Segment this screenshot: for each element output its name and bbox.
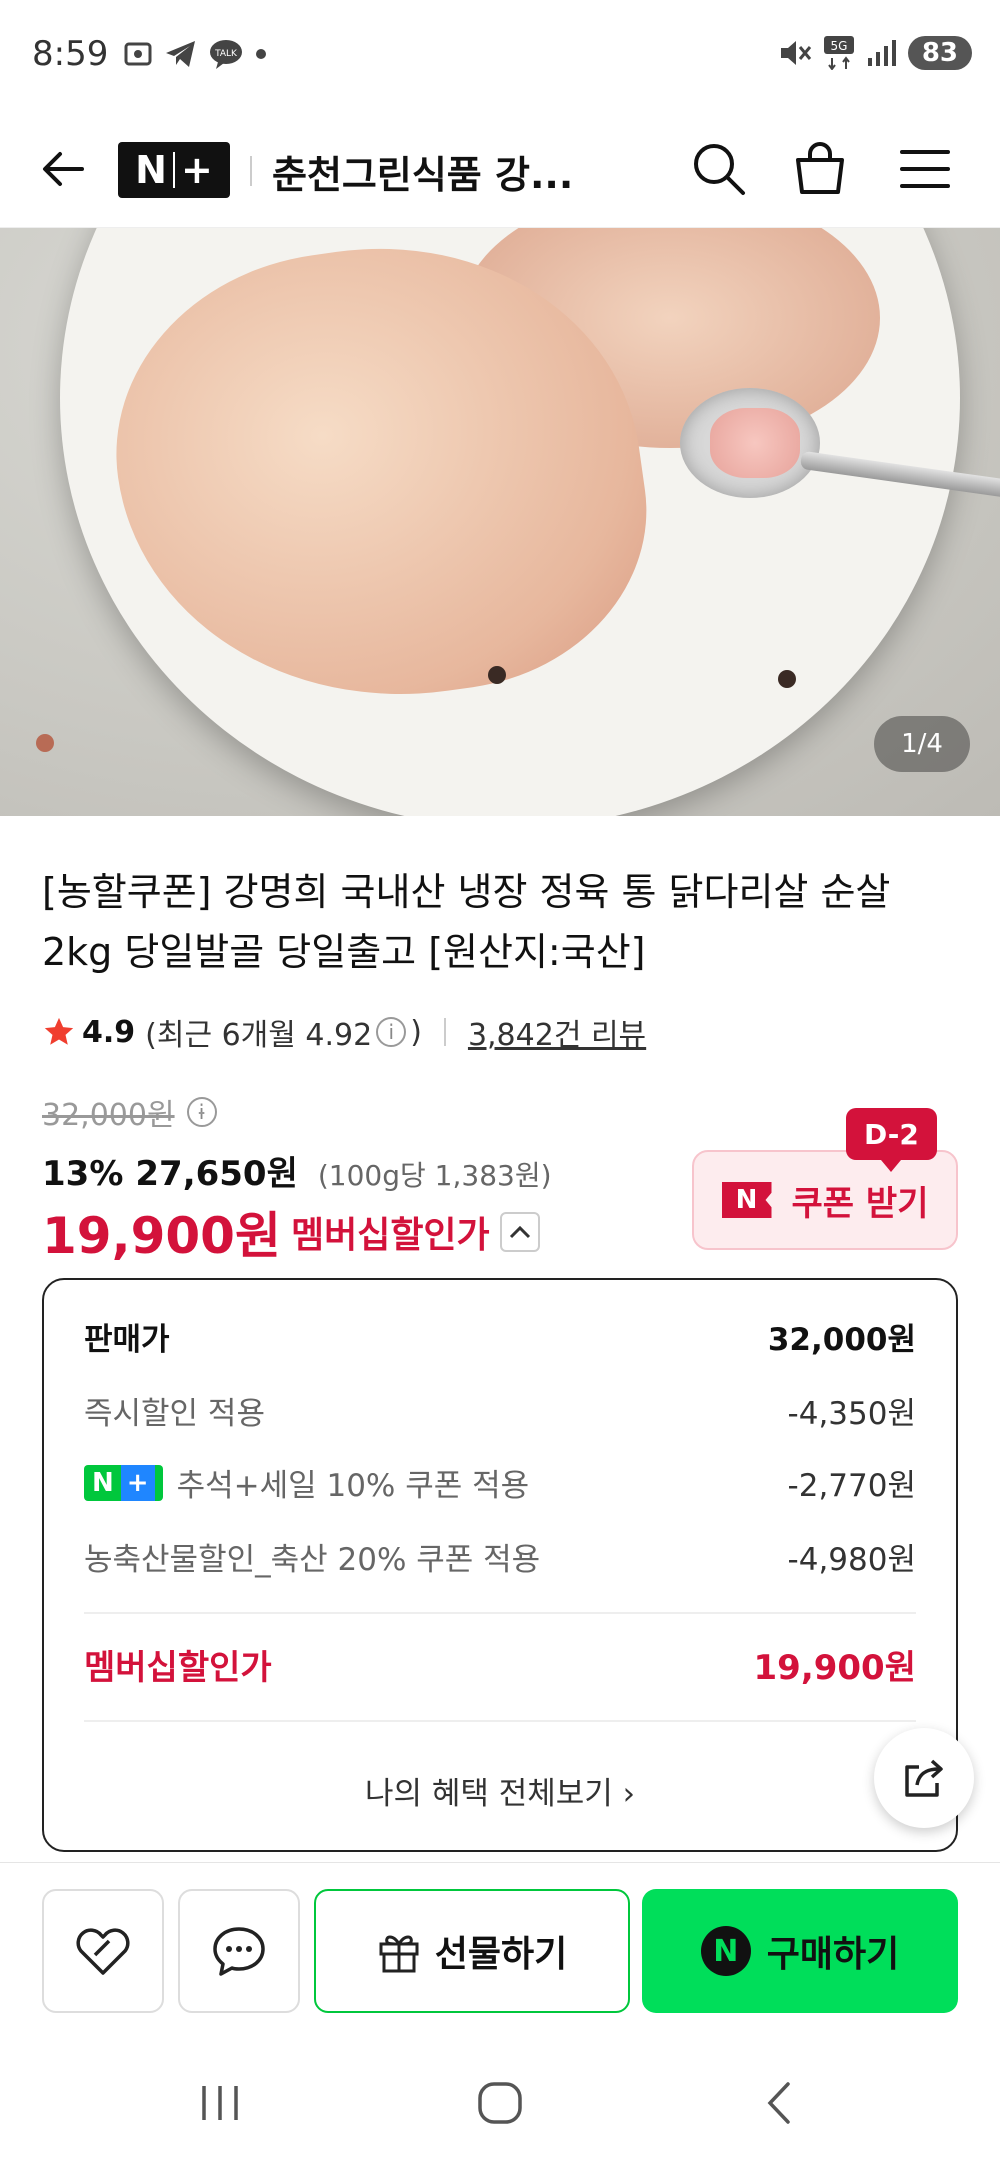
app-header: N + 춘천그린식품 강... — [0, 112, 1000, 228]
gift-icon — [379, 1935, 419, 1973]
store-title[interactable]: 춘천그린식품 강... — [272, 144, 622, 199]
more-notifications-dot-icon — [256, 49, 266, 59]
star-icon — [44, 1017, 74, 1045]
search-icon[interactable] — [690, 140, 748, 198]
wishlist-button[interactable] — [42, 1889, 164, 2013]
product-photo-pepper — [488, 666, 506, 684]
hamburger-menu-icon[interactable] — [898, 144, 952, 194]
heart-icon — [76, 1928, 130, 1975]
member-price-row: 19,900원 멤버십할인가 — [42, 1196, 540, 1268]
member-price-label: 멤버십할인가 — [290, 1215, 490, 1256]
buy-button-label: 구매하기 — [766, 1934, 900, 1975]
back-icon[interactable] — [750, 2078, 810, 2128]
breakdown-row-instant-discount: 즉시할인 적용 -4,350원 — [84, 1388, 916, 1433]
collapse-breakdown-button[interactable] — [499, 1212, 540, 1252]
rating-row: 4.9 (최근 6개월 4.92 i ) 3,842건 리뷰 — [42, 1010, 646, 1054]
chevron-up-icon — [509, 1225, 530, 1239]
member-price: 19,900원 — [42, 1207, 281, 1265]
breakdown-value: 32,000원 — [767, 1322, 916, 1358]
screenshot-icon — [124, 42, 152, 66]
status-time: 8:59 — [32, 34, 109, 74]
breakdown-row-member-total: 멤버십할인가 19,900원 — [84, 1640, 916, 1689]
back-arrow-icon[interactable] — [36, 142, 90, 196]
get-coupon-button[interactable]: N 쿠폰 받기 — [692, 1150, 958, 1250]
svg-text:TALK: TALK — [214, 49, 238, 59]
naver-pay-icon: N — [700, 1926, 751, 1976]
rating-divider — [443, 1018, 446, 1046]
purchase-action-bar: 선물하기 N 구매하기 — [0, 1862, 1000, 2034]
share-icon — [905, 1759, 943, 1797]
breakdown-row-livestock-coupon: 농축산물할인_축산 20% 쿠폰 적용 -4,980원 — [84, 1534, 916, 1579]
unit-price: (100g당 1,383원) — [317, 1159, 552, 1192]
product-photo-salt-grain — [36, 734, 54, 752]
chat-bubble-icon — [213, 1927, 265, 1976]
breakdown-label: 추석+세일 10% 쿠폰 적용 — [176, 1468, 530, 1504]
breakdown-total-label: 멤버십할인가 — [84, 1648, 272, 1688]
breakdown-divider — [84, 1612, 916, 1614]
signal-icon — [867, 40, 896, 66]
info-icon[interactable]: i — [376, 1017, 407, 1047]
system-icons: 5G 83 — [778, 36, 972, 70]
rating-detail: (최근 6개월 4.92 — [145, 1018, 373, 1053]
breakdown-label: 판매가 — [84, 1322, 170, 1358]
naver-plus-store-logo[interactable]: N + — [118, 142, 230, 198]
breakdown-label: 즉시할인 적용 — [84, 1396, 265, 1432]
share-button[interactable] — [874, 1728, 974, 1828]
breakdown-label: 농축산물할인_축산 20% 쿠폰 적용 — [84, 1542, 541, 1578]
review-count-link[interactable]: 3,842건 리뷰 — [468, 1010, 646, 1054]
coupon-dday-badge: D-2 — [846, 1108, 937, 1172]
product-photo-salt — [710, 408, 800, 478]
view-all-benefits-link[interactable]: 나의 혜택 전체보기 › — [44, 1768, 956, 1813]
recent-apps-icon[interactable] — [190, 2078, 250, 2128]
breakdown-total-value: 19,900원 — [753, 1648, 916, 1688]
mute-icon — [780, 41, 811, 65]
status-bar: 8:59 TALK 5G 83 — [0, 0, 1000, 112]
price-breakdown-box: 판매가 32,000원 즉시할인 적용 -4,350원 N + 추석+세일 10%… — [42, 1278, 958, 1852]
original-price: 32,000원 — [42, 1098, 175, 1133]
shopping-bag-icon[interactable] — [790, 138, 850, 198]
battery-indicator: 83 — [907, 36, 972, 70]
network-5g-icon: 5G — [823, 36, 854, 70]
coupon-button-label: 쿠폰 받기 — [791, 1183, 929, 1224]
notification-icons: TALK — [122, 38, 268, 70]
original-price-row: 32,000원 i — [42, 1090, 217, 1134]
product-image-gallery[interactable]: 1/4 — [0, 228, 1000, 816]
header-divider — [250, 156, 252, 186]
talktalk-inquiry-button[interactable] — [178, 1889, 300, 2013]
product-photo-pepper — [778, 670, 796, 688]
sale-price: 27,650원 — [135, 1154, 298, 1194]
gift-button-label: 선물하기 — [434, 1934, 568, 1975]
naver-coupon-icon: N — [721, 1182, 772, 1218]
kakaotalk-icon: TALK — [210, 40, 242, 69]
svg-text:5G: 5G — [830, 39, 847, 53]
sale-price-row: 13% 27,650원 (100g당 1,383원) — [42, 1146, 552, 1195]
home-icon[interactable] — [470, 2078, 530, 2128]
buy-button[interactable]: N 구매하기 — [642, 1889, 958, 2013]
breakdown-value: -4,980원 — [787, 1542, 916, 1578]
rating-score: 4.9 — [82, 1014, 136, 1050]
image-counter: 1/4 — [874, 716, 970, 772]
breakdown-value: -2,770원 — [787, 1468, 916, 1504]
discount-percent: 13% — [42, 1154, 124, 1194]
price-info-icon[interactable]: i — [186, 1097, 217, 1127]
rating-detail-close: ) — [410, 1014, 422, 1050]
breakdown-row-chuseok-coupon: N + 추석+세일 10% 쿠폰 적용 -2,770원 — [84, 1460, 916, 1505]
product-title: [농할쿠폰] 강명희 국내산 냉장 정육 통 닭다리살 순살 2kg 당일발골 … — [42, 870, 891, 974]
breakdown-divider — [84, 1720, 916, 1722]
system-navigation-bar — [0, 2034, 1000, 2167]
naver-plus-badge-icon: N + — [84, 1464, 163, 1501]
telegram-icon — [166, 41, 195, 67]
gift-button[interactable]: 선물하기 — [314, 1889, 630, 2013]
breakdown-value: -4,350원 — [787, 1396, 916, 1432]
breakdown-row-sale-price: 판매가 32,000원 — [84, 1314, 916, 1359]
